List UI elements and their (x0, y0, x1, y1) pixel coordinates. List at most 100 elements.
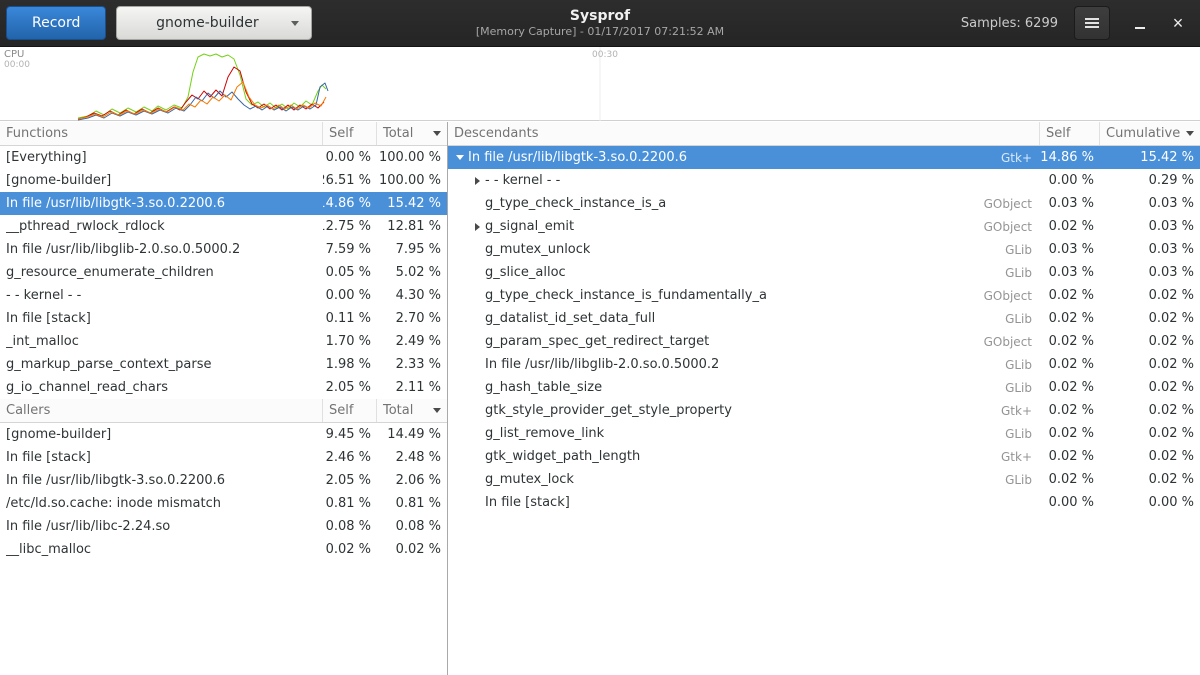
descendant-row[interactable]: g_slice_allocGLib0.03 %0.03 % (448, 261, 1200, 284)
callers-column-header-total[interactable]: Total (377, 399, 447, 422)
column-title: Cumulative (1106, 126, 1180, 141)
descendant-row[interactable]: g_type_check_instance_is_fundamentally_a… (448, 284, 1200, 307)
symbol-name: gtk_widget_path_length (485, 449, 640, 464)
function-row[interactable]: [Everything]0.00 %100.00 % (0, 146, 447, 169)
process-selector-dropdown[interactable]: gnome-builder (116, 6, 312, 40)
symbol-name: g_markup_parse_context_parse (6, 357, 212, 372)
function-row[interactable]: In file [stack]0.11 %2.70 % (0, 307, 447, 330)
caller-row[interactable]: In file /usr/lib/libgtk-3.so.0.2200.62.0… (0, 469, 447, 492)
callers-column-header-self[interactable]: Self (323, 399, 377, 422)
sort-descending-icon (433, 131, 441, 136)
symbol-cell: - - kernel - - (448, 169, 1040, 192)
symbol-cell: g_slice_allocGLib (448, 261, 1040, 284)
cumulative-percent: 0.02 % (1100, 445, 1200, 468)
self-percent: 2.05 % (323, 469, 377, 492)
descendants-table: DescendantsSelf Cumulative In file /usr/li… (448, 122, 1200, 514)
function-row[interactable]: In file /usr/lib/libgtk-3.so.0.2200.614.… (0, 192, 447, 215)
descendant-row[interactable]: g_list_remove_linkGLib0.02 %0.02 % (448, 422, 1200, 445)
descendant-row[interactable]: g_mutex_lockGLib0.02 %0.02 % (448, 468, 1200, 491)
descendant-row[interactable]: g_mutex_unlockGLib0.03 %0.03 % (448, 238, 1200, 261)
close-button[interactable]: × (1162, 6, 1194, 40)
caller-row[interactable]: In file [stack]2.46 %2.48 % (0, 446, 447, 469)
symbol-name: g_mutex_unlock (485, 242, 590, 257)
symbol-name: g_hash_table_size (485, 380, 602, 395)
caller-row[interactable]: __libc_malloc0.02 %0.02 % (0, 538, 447, 561)
self-percent: 0.02 % (1040, 353, 1100, 376)
record-button[interactable]: Record (6, 6, 106, 40)
functions-column-header-total[interactable]: Total (377, 122, 447, 145)
descendant-row[interactable]: g_type_check_instance_is_aGObject0.03 %0… (448, 192, 1200, 215)
descendant-row[interactable]: In file /usr/lib/libglib-2.0.so.0.5000.2… (448, 353, 1200, 376)
descendant-row[interactable]: gtk_widget_path_lengthGtk+0.02 %0.02 % (448, 445, 1200, 468)
function-row[interactable]: - - kernel - -0.00 %4.30 % (0, 284, 447, 307)
self-percent: 0.02 % (1040, 468, 1100, 491)
descendant-row[interactable]: g_signal_emitGObject0.02 %0.03 % (448, 215, 1200, 238)
descendant-row[interactable]: In file [stack]0.00 %0.00 % (448, 491, 1200, 514)
symbol-cell: In file /usr/lib/libgtk-3.so.0.2200.6 (0, 192, 323, 215)
symbol-name: g_signal_emit (485, 219, 574, 234)
samples-count: Samples: 6299 (961, 16, 1058, 31)
descendant-row[interactable]: In file /usr/lib/libgtk-3.so.0.2200.6Gtk… (448, 146, 1200, 169)
symbol-cell: In file /usr/lib/libglib-2.0.so.0.5000.2… (448, 353, 1040, 376)
symbol-name: _int_malloc (6, 334, 79, 349)
descendants-column-header-descendants[interactable]: Descendants (448, 122, 1040, 145)
minimize-button[interactable] (1124, 6, 1156, 40)
symbol-cell: __pthread_rwlock_rdlock (0, 215, 323, 238)
minimize-icon (1135, 27, 1145, 29)
function-row[interactable]: In file /usr/lib/libglib-2.0.so.0.5000.2… (0, 238, 447, 261)
descendant-row[interactable]: gtk_style_provider_get_style_propertyGtk… (448, 399, 1200, 422)
symbol-cell: g_signal_emitGObject (448, 215, 1040, 238)
symbol-cell: g_io_channel_read_chars (0, 376, 323, 399)
caller-row[interactable]: In file /usr/lib/libc-2.24.so0.08 %0.08 … (0, 515, 447, 538)
column-title: Self (329, 403, 353, 418)
self-percent: 0.02 % (1040, 284, 1100, 307)
expander-closed-icon[interactable] (469, 223, 485, 231)
descendant-row[interactable]: g_hash_table_sizeGLib0.02 %0.02 % (448, 376, 1200, 399)
self-percent: 0.02 % (1040, 445, 1100, 468)
functions-column-header-functions[interactable]: Functions (0, 122, 323, 145)
descendants-column-header-self[interactable]: Self (1040, 122, 1100, 145)
function-row[interactable]: g_io_channel_read_chars2.05 %2.11 % (0, 376, 447, 399)
menu-button[interactable] (1074, 6, 1110, 40)
function-row[interactable]: [gnome-builder]26.51 %100.00 % (0, 169, 447, 192)
cpu-graph-panel[interactable]: CPU 00:00 00:30 (0, 47, 1200, 121)
cpu-label: CPU (4, 49, 24, 60)
right-pane: DescendantsSelf Cumulative In file /usr/li… (448, 122, 1200, 675)
function-row[interactable]: g_markup_parse_context_parse1.98 %2.33 % (0, 353, 447, 376)
total-percent: 4.30 % (377, 284, 447, 307)
caller-row[interactable]: [gnome-builder]9.45 %14.49 % (0, 423, 447, 446)
library-tag: GObject (974, 289, 1040, 303)
symbol-cell: gtk_style_provider_get_style_propertyGtk… (448, 399, 1040, 422)
descendant-row[interactable]: g_param_spec_get_redirect_targetGObject0… (448, 330, 1200, 353)
symbol-name: g_type_check_instance_is_fundamentally_a (485, 288, 767, 303)
library-tag: GLib (995, 312, 1040, 326)
function-row[interactable]: __pthread_rwlock_rdlock12.75 %12.81 % (0, 215, 447, 238)
descendant-row[interactable]: g_datalist_id_set_data_fullGLib0.02 %0.0… (448, 307, 1200, 330)
self-percent: 12.75 % (323, 215, 377, 238)
function-row[interactable]: g_resource_enumerate_children0.05 %5.02 … (0, 261, 447, 284)
library-tag: Gtk+ (991, 450, 1040, 464)
expander-closed-icon[interactable] (469, 177, 485, 185)
self-percent: 0.00 % (1040, 169, 1100, 192)
symbol-name: - - kernel - - (485, 173, 560, 188)
functions-column-header-self[interactable]: Self (323, 122, 377, 145)
headerbar: Record gnome-builder Sysprof [Memory Cap… (0, 0, 1200, 47)
time-tick-start: 00:00 (4, 60, 30, 70)
symbol-cell: [gnome-builder] (0, 169, 323, 192)
library-tag: Gtk+ (991, 151, 1040, 165)
function-row[interactable]: _int_malloc1.70 %2.49 % (0, 330, 447, 353)
caller-row[interactable]: /etc/ld.so.cache: inode mismatch0.81 %0.… (0, 492, 447, 515)
symbol-cell: g_hash_table_sizeGLib (448, 376, 1040, 399)
descendants-column-header-cumulative[interactable]: Cumulative (1100, 122, 1200, 145)
self-percent: 0.03 % (1040, 238, 1100, 261)
cumulative-percent: 0.02 % (1100, 422, 1200, 445)
callers-column-header-callers[interactable]: Callers (0, 399, 323, 422)
chevron-down-icon (291, 21, 299, 26)
expander-open-icon[interactable] (452, 155, 468, 160)
total-percent: 2.11 % (377, 376, 447, 399)
symbol-name: g_resource_enumerate_children (6, 265, 214, 280)
symbol-cell: g_mutex_lockGLib (448, 468, 1040, 491)
callers-table: Callers Self Total[gnome-builder]9.45 %14.… (0, 399, 447, 561)
symbol-cell: In file /usr/lib/libgtk-3.so.0.2200.6Gtk… (448, 146, 1040, 169)
descendant-row[interactable]: - - kernel - -0.00 %0.29 % (448, 169, 1200, 192)
